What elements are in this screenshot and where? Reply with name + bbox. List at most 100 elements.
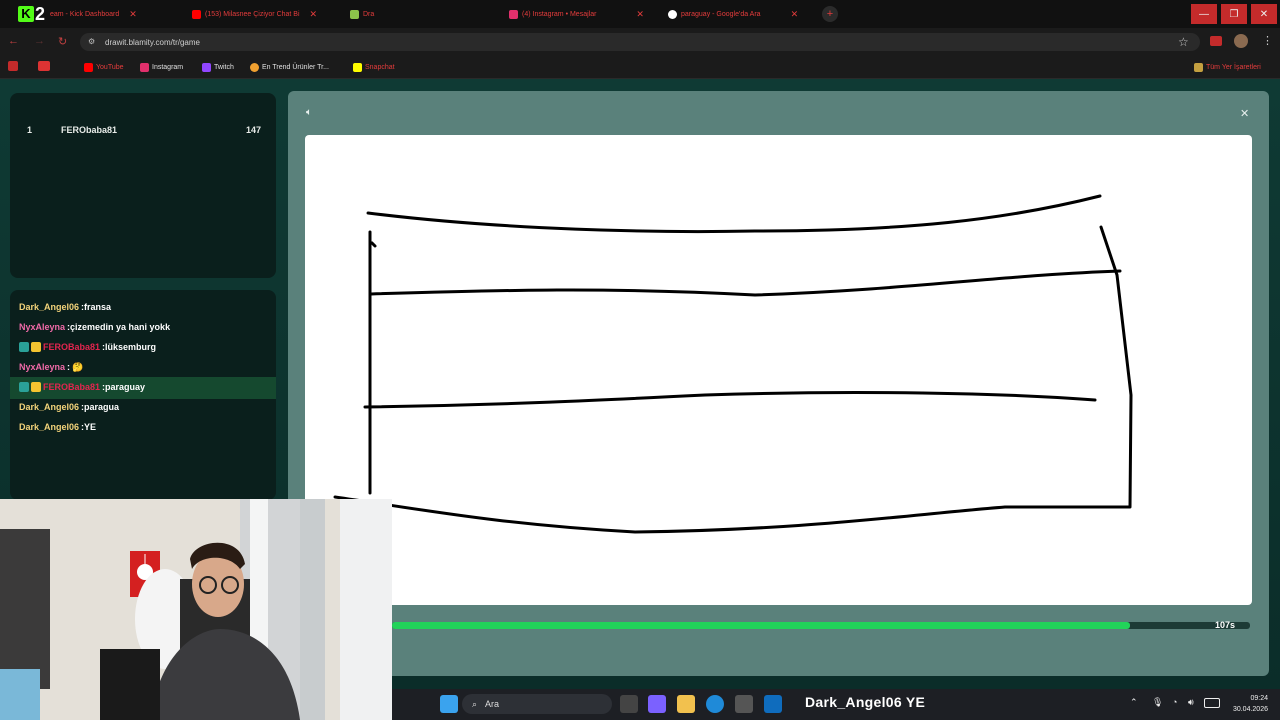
youtube-icon bbox=[192, 9, 201, 19]
tab-drawit[interactable]: Dra bbox=[350, 4, 374, 24]
gmail-icon[interactable] bbox=[38, 61, 50, 71]
instagram-icon bbox=[140, 62, 149, 72]
search-icon: ⌕ bbox=[472, 698, 478, 709]
new-tab-button[interactable]: + bbox=[822, 6, 838, 22]
logo-text: 2 bbox=[35, 3, 46, 24]
chat-username[interactable]: Dark_Angel06 bbox=[19, 422, 79, 432]
site-info-icon[interactable]: ⚙ bbox=[88, 37, 95, 46]
chat-username[interactable]: NyxAleyna bbox=[19, 362, 65, 372]
close-window-button[interactable]: ✕ bbox=[1251, 4, 1277, 24]
volume-icon[interactable]: 🔊︎ bbox=[1188, 697, 1194, 708]
copilot-icon[interactable] bbox=[648, 695, 666, 713]
file-explorer-icon[interactable] bbox=[677, 695, 695, 713]
timer-label: 107s bbox=[1215, 620, 1236, 630]
tab-label: (153) Milasnee Çiziyor Chat Bi bbox=[205, 10, 300, 18]
chat-message: Dark_Angel06:paragua bbox=[19, 399, 275, 415]
webcam-image bbox=[0, 499, 392, 720]
webcam-overlay bbox=[0, 499, 392, 720]
avatar[interactable] bbox=[1234, 34, 1248, 48]
extensions-icon[interactable] bbox=[1210, 36, 1222, 46]
chat-text: :lüksemburg bbox=[102, 342, 157, 352]
tab-kick-dashboard[interactable]: eam - Kick Dashboard ✕ bbox=[50, 4, 137, 24]
taskbar-search[interactable]: ⌕ Ara bbox=[462, 694, 612, 714]
timer-progress-fill bbox=[392, 622, 1130, 629]
tab-google[interactable]: paraguay - Google'da Ara ✕ bbox=[668, 4, 798, 24]
edge-icon[interactable] bbox=[706, 695, 724, 713]
chat-username[interactable]: FEROBaba81 bbox=[43, 382, 100, 392]
windows-start-icon[interactable] bbox=[440, 695, 458, 713]
bookmark-star-icon[interactable]: ☆ bbox=[1178, 35, 1189, 49]
reload-icon[interactable]: ↻ bbox=[58, 35, 67, 48]
instagram-icon bbox=[509, 9, 518, 19]
battery-icon bbox=[1204, 698, 1220, 708]
chat-message: Dark_Angel06:fransa bbox=[19, 300, 275, 312]
tab-label: Dra bbox=[363, 10, 375, 18]
microphone-icon[interactable]: 🎙︎ bbox=[1152, 697, 1163, 708]
twitch-icon bbox=[202, 62, 211, 72]
drawit-icon bbox=[350, 9, 359, 19]
close-icon[interactable]: ✕ bbox=[791, 9, 799, 20]
close-icon[interactable]: ✕ bbox=[129, 9, 137, 20]
trend-icon bbox=[250, 62, 259, 72]
chat-text: :çizemedin ya hani yokk bbox=[67, 322, 171, 332]
scoreboard-panel bbox=[10, 93, 276, 278]
url-text: drawit.blamity.com/tr/game bbox=[105, 37, 200, 47]
bookmark-label: Instagram bbox=[152, 63, 184, 71]
google-icon bbox=[668, 9, 677, 19]
clock-date: 30.04.2026 bbox=[1232, 706, 1268, 713]
stroke-dot bbox=[370, 241, 377, 248]
stroke-line-upper bbox=[368, 269, 1122, 297]
chat-message: NyxAleyna: 🤔 bbox=[19, 359, 275, 375]
store-icon[interactable] bbox=[735, 695, 753, 713]
drawing-strokes bbox=[333, 194, 1133, 534]
close-icon[interactable]: ✕ bbox=[636, 9, 644, 20]
tab-youtube[interactable]: (153) Milasnee Çiziyor Chat Bi ✕ bbox=[192, 4, 317, 24]
outlook-icon[interactable] bbox=[764, 695, 782, 713]
bookmark-label: En Trend Ürünler Tr... bbox=[262, 63, 329, 71]
close-icon[interactable]: ✕ bbox=[1240, 107, 1249, 120]
forward-icon[interactable]: → bbox=[34, 35, 45, 47]
all-bookmarks[interactable]: Tüm Yer İşaretleri bbox=[1194, 60, 1261, 74]
chat-message: NyxAleyna:çizemedin ya hani yokk bbox=[19, 319, 275, 335]
kick-logo: K 2 bbox=[18, 3, 54, 25]
chat-text: :YE bbox=[81, 422, 97, 432]
stroke-line-lower bbox=[363, 391, 1097, 409]
chat-username[interactable]: NyxAleyna bbox=[19, 322, 65, 332]
stream-chat-overlay-text: Dark_Angel06 YE bbox=[805, 694, 926, 710]
kick-icon: K bbox=[18, 6, 34, 22]
bookmark-youtube[interactable]: YouTube bbox=[84, 60, 124, 74]
player-score: 147 bbox=[245, 125, 261, 135]
close-icon[interactable]: ✕ bbox=[310, 9, 318, 20]
chat-text: : bbox=[67, 362, 71, 372]
bookmark-twitch[interactable]: Twitch bbox=[202, 60, 234, 74]
maximize-button[interactable]: ❐ bbox=[1221, 4, 1247, 24]
player-rank: 1 bbox=[27, 125, 33, 135]
chat-message: FEROBaba81:paraguay bbox=[19, 379, 275, 395]
tab-instagram[interactable]: (4) Instagram • Mesajlar ✕ bbox=[509, 4, 644, 24]
chat-message: FEROBaba81:lüksemburg bbox=[19, 339, 275, 355]
taskbar-clock[interactable]: 09:24 30.04.2026 bbox=[1226, 693, 1268, 715]
chat-username[interactable]: Dark_Angel06 bbox=[19, 402, 79, 412]
verified-badge-icon bbox=[19, 382, 29, 392]
snapchat-icon bbox=[353, 62, 362, 72]
chat-username[interactable]: FEROBaba81 bbox=[43, 342, 100, 352]
drawing-canvas[interactable] bbox=[305, 135, 1252, 605]
bookmark-trend[interactable]: En Trend Ürünler Tr... bbox=[250, 60, 329, 74]
menu-kebab-icon[interactable]: ⋮ bbox=[1262, 34, 1273, 47]
speaker-icon[interactable]: 🔈︎ bbox=[306, 107, 312, 118]
wifi-icon[interactable]: ◔ bbox=[1172, 697, 1177, 707]
back-icon[interactable]: ← bbox=[8, 35, 19, 47]
bookmark-label: Twitch bbox=[214, 63, 234, 71]
minimize-button[interactable]: — bbox=[1191, 4, 1217, 24]
tab-label: (4) Instagram • Mesajlar bbox=[522, 10, 597, 18]
thinking-emoji-icon: 🤔 bbox=[72, 361, 84, 372]
task-view-icon[interactable] bbox=[620, 695, 638, 713]
tray-chevron-icon[interactable]: ⌃ bbox=[1130, 697, 1138, 708]
url-input[interactable]: drawit.blamity.com/tr/game bbox=[80, 33, 1200, 51]
bookmark-label: YouTube bbox=[96, 63, 124, 71]
bookmark-snapchat[interactable]: Snapchat bbox=[353, 60, 395, 74]
bookmark-label: Snapchat bbox=[365, 63, 395, 71]
apps-grid-icon[interactable] bbox=[8, 61, 18, 71]
chat-username[interactable]: Dark_Angel06 bbox=[19, 302, 79, 312]
bookmark-instagram[interactable]: Instagram bbox=[140, 60, 183, 74]
